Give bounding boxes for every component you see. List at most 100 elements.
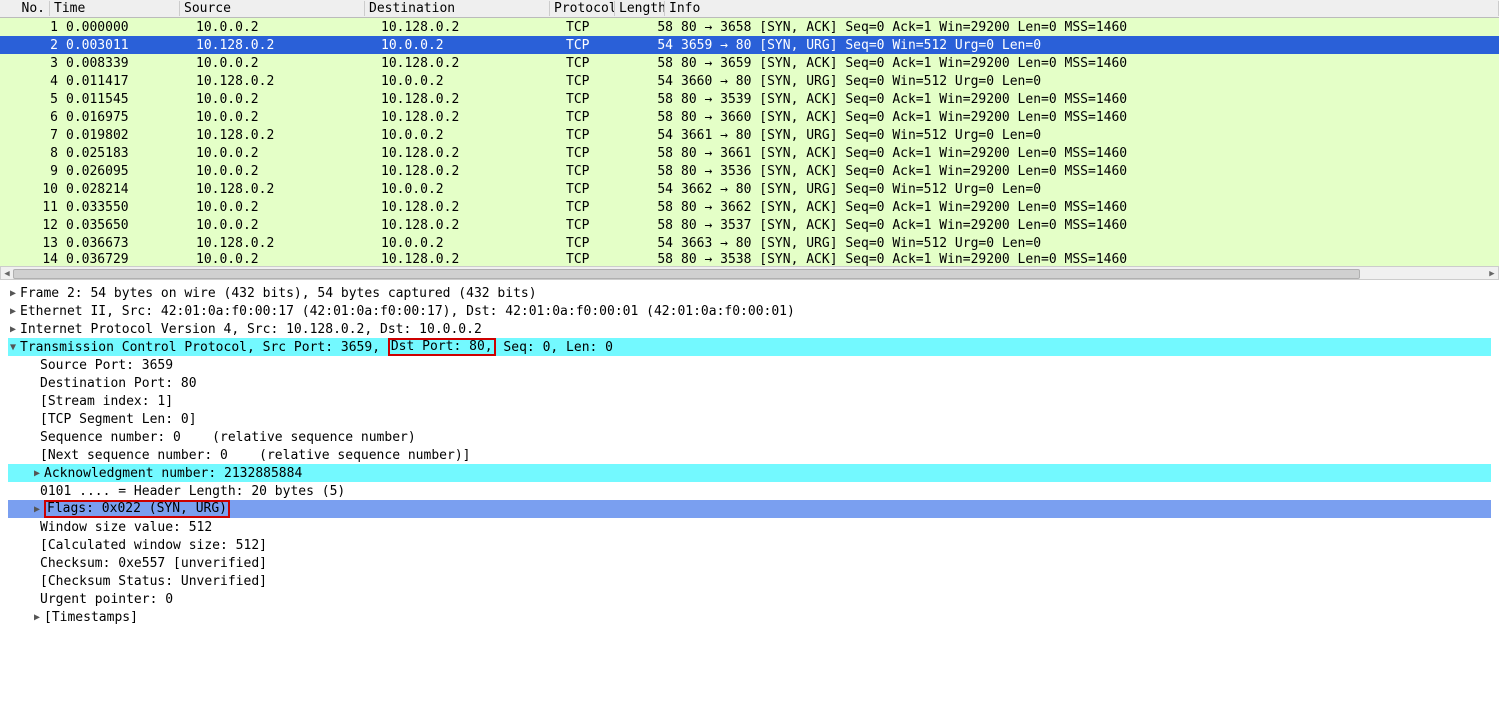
field-urgent-pointer[interactable]: Urgent pointer: 0 bbox=[8, 590, 1499, 608]
cell-info: 3659 → 80 [SYN, URG] Seq=0 Win=512 Urg=0… bbox=[677, 38, 1499, 53]
field-calc-window-size[interactable]: [Calculated window size: 512] bbox=[8, 536, 1499, 554]
field-next-seq[interactable]: [Next sequence number: 0 (relative seque… bbox=[8, 446, 1499, 464]
packet-row[interactable]: 80.02518310.0.0.210.128.0.2TCP5880 → 366… bbox=[0, 144, 1499, 162]
cell-dest: 10.128.0.2 bbox=[377, 200, 562, 215]
scrollbar-thumb[interactable] bbox=[13, 269, 1360, 279]
field-checksum-status[interactable]: [Checksum Status: Unverified] bbox=[8, 572, 1499, 590]
tree-frame[interactable]: Frame 2: 54 bytes on wire (432 bits), 54… bbox=[8, 284, 1499, 302]
col-header-no[interactable]: No. bbox=[0, 1, 50, 16]
cell-protocol: TCP bbox=[562, 236, 627, 251]
cell-protocol: TCP bbox=[562, 200, 627, 215]
field-checksum[interactable]: Checksum: 0xe557 [unverified] bbox=[8, 554, 1499, 572]
horizontal-scrollbar[interactable]: ◀ ▶ bbox=[0, 266, 1499, 280]
field-seq-number[interactable]: Sequence number: 0 (relative sequence nu… bbox=[8, 428, 1499, 446]
scroll-left-icon[interactable]: ◀ bbox=[1, 267, 13, 281]
col-header-length[interactable]: Length bbox=[615, 1, 665, 16]
cell-info: 80 → 3537 [SYN, ACK] Seq=0 Ack=1 Win=292… bbox=[677, 218, 1499, 233]
cell-length: 58 bbox=[627, 200, 677, 215]
field-dst-port[interactable]: Destination Port: 80 bbox=[8, 374, 1499, 392]
field-header-length-label: 0101 .... = Header Length: 20 bytes (5) bbox=[40, 484, 345, 499]
cell-time: 0.011417 bbox=[62, 74, 192, 89]
field-seq-number-label: Sequence number: 0 (relative sequence nu… bbox=[40, 430, 416, 445]
cell-time: 0.008339 bbox=[62, 56, 192, 71]
cell-info: 3660 → 80 [SYN, URG] Seq=0 Win=512 Urg=0… bbox=[677, 74, 1499, 89]
field-urgent-pointer-label: Urgent pointer: 0 bbox=[40, 592, 173, 607]
field-timestamps[interactable]: [Timestamps] bbox=[8, 608, 1499, 626]
packet-list: No. Time Source Destination Protocol Len… bbox=[0, 0, 1499, 280]
cell-dest: 10.0.0.2 bbox=[377, 38, 562, 53]
cell-protocol: TCP bbox=[562, 164, 627, 179]
cell-time: 0.035650 bbox=[62, 218, 192, 233]
packet-row[interactable]: 120.03565010.0.0.210.128.0.2TCP5880 → 35… bbox=[0, 216, 1499, 234]
packet-list-header[interactable]: No. Time Source Destination Protocol Len… bbox=[0, 0, 1499, 18]
expand-icon[interactable] bbox=[32, 612, 42, 623]
packet-row[interactable]: 60.01697510.0.0.210.128.0.2TCP5880 → 366… bbox=[0, 108, 1499, 126]
cell-length: 58 bbox=[627, 56, 677, 71]
expand-icon[interactable] bbox=[8, 288, 18, 299]
cell-time: 0.028214 bbox=[62, 182, 192, 197]
field-src-port[interactable]: Source Port: 3659 bbox=[8, 356, 1499, 374]
tree-ethernet[interactable]: Ethernet II, Src: 42:01:0a:f0:00:17 (42:… bbox=[8, 302, 1499, 320]
field-src-port-label: Source Port: 3659 bbox=[40, 358, 173, 373]
packet-row[interactable]: 30.00833910.0.0.210.128.0.2TCP5880 → 365… bbox=[0, 54, 1499, 72]
tree-ip-label: Internet Protocol Version 4, Src: 10.128… bbox=[20, 322, 482, 337]
cell-dest: 10.128.0.2 bbox=[377, 146, 562, 161]
field-checksum-status-label: [Checksum Status: Unverified] bbox=[40, 574, 267, 589]
cell-time: 0.011545 bbox=[62, 92, 192, 107]
cell-dest: 10.128.0.2 bbox=[377, 252, 562, 266]
packet-row[interactable]: 100.02821410.128.0.210.0.0.2TCP543662 → … bbox=[0, 180, 1499, 198]
cell-info: 3662 → 80 [SYN, URG] Seq=0 Win=512 Urg=0… bbox=[677, 182, 1499, 197]
cell-source: 10.128.0.2 bbox=[192, 128, 377, 143]
cell-source: 10.0.0.2 bbox=[192, 92, 377, 107]
field-segment-len-label: [TCP Segment Len: 0] bbox=[40, 412, 197, 427]
col-header-dest[interactable]: Destination bbox=[365, 1, 550, 16]
collapse-icon[interactable] bbox=[8, 342, 18, 353]
tree-tcp[interactable]: Transmission Control Protocol, Src Port:… bbox=[8, 338, 1491, 356]
tree-ip[interactable]: Internet Protocol Version 4, Src: 10.128… bbox=[8, 320, 1499, 338]
cell-info: 80 → 3660 [SYN, ACK] Seq=0 Ack=1 Win=292… bbox=[677, 110, 1499, 125]
cell-source: 10.0.0.2 bbox=[192, 218, 377, 233]
cell-no: 8 bbox=[12, 146, 62, 161]
expand-icon[interactable] bbox=[8, 324, 18, 335]
field-segment-len[interactable]: [TCP Segment Len: 0] bbox=[8, 410, 1499, 428]
packet-list-body[interactable]: 10.00000010.0.0.210.128.0.2TCP5880 → 365… bbox=[0, 18, 1499, 266]
cell-dest: 10.0.0.2 bbox=[377, 182, 562, 197]
cell-length: 58 bbox=[627, 252, 677, 266]
cell-time: 0.025183 bbox=[62, 146, 192, 161]
packet-row[interactable]: 140.03672910.0.0.210.128.0.2TCP5880 → 35… bbox=[0, 252, 1499, 266]
expand-icon[interactable] bbox=[8, 306, 18, 317]
cell-no: 10 bbox=[12, 182, 62, 197]
expand-icon[interactable] bbox=[32, 468, 42, 479]
col-header-info[interactable]: Info bbox=[665, 1, 1499, 16]
cell-info: 80 → 3658 [SYN, ACK] Seq=0 Ack=1 Win=292… bbox=[677, 20, 1499, 35]
cell-no: 11 bbox=[12, 200, 62, 215]
packet-row[interactable]: 50.01154510.0.0.210.128.0.2TCP5880 → 353… bbox=[0, 90, 1499, 108]
field-window-size[interactable]: Window size value: 512 bbox=[8, 518, 1499, 536]
cell-time: 0.026095 bbox=[62, 164, 192, 179]
cell-protocol: TCP bbox=[562, 146, 627, 161]
cell-info: 80 → 3659 [SYN, ACK] Seq=0 Ack=1 Win=292… bbox=[677, 56, 1499, 71]
field-dst-port-label: Destination Port: 80 bbox=[40, 376, 197, 391]
packet-row[interactable]: 110.03355010.0.0.210.128.0.2TCP5880 → 36… bbox=[0, 198, 1499, 216]
packet-row[interactable]: 10.00000010.0.0.210.128.0.2TCP5880 → 365… bbox=[0, 18, 1499, 36]
field-header-length[interactable]: 0101 .... = Header Length: 20 bytes (5) bbox=[8, 482, 1499, 500]
field-stream-index[interactable]: [Stream index: 1] bbox=[8, 392, 1499, 410]
packet-row[interactable]: 20.00301110.128.0.210.0.0.2TCP543659 → 8… bbox=[0, 36, 1499, 54]
packet-row[interactable]: 40.01141710.128.0.210.0.0.2TCP543660 → 8… bbox=[0, 72, 1499, 90]
packet-row[interactable]: 70.01980210.128.0.210.0.0.2TCP543661 → 8… bbox=[0, 126, 1499, 144]
cell-protocol: TCP bbox=[562, 92, 627, 107]
cell-source: 10.0.0.2 bbox=[192, 20, 377, 35]
packet-row[interactable]: 90.02609510.0.0.210.128.0.2TCP5880 → 353… bbox=[0, 162, 1499, 180]
expand-icon[interactable] bbox=[32, 504, 42, 515]
col-header-protocol[interactable]: Protocol bbox=[550, 1, 615, 16]
col-header-time[interactable]: Time bbox=[50, 1, 180, 16]
field-ack-number[interactable]: Acknowledgment number: 2132885884 bbox=[8, 464, 1491, 482]
cell-info: 3663 → 80 [SYN, URG] Seq=0 Win=512 Urg=0… bbox=[677, 236, 1499, 251]
col-header-source[interactable]: Source bbox=[180, 1, 365, 16]
cell-protocol: TCP bbox=[562, 182, 627, 197]
scroll-right-icon[interactable]: ▶ bbox=[1486, 267, 1498, 281]
packet-row[interactable]: 130.03667310.128.0.210.0.0.2TCP543663 → … bbox=[0, 234, 1499, 252]
cell-time: 0.036729 bbox=[62, 252, 192, 266]
field-flags[interactable]: Flags: 0x022 (SYN, URG) bbox=[8, 500, 1491, 518]
cell-length: 54 bbox=[627, 128, 677, 143]
